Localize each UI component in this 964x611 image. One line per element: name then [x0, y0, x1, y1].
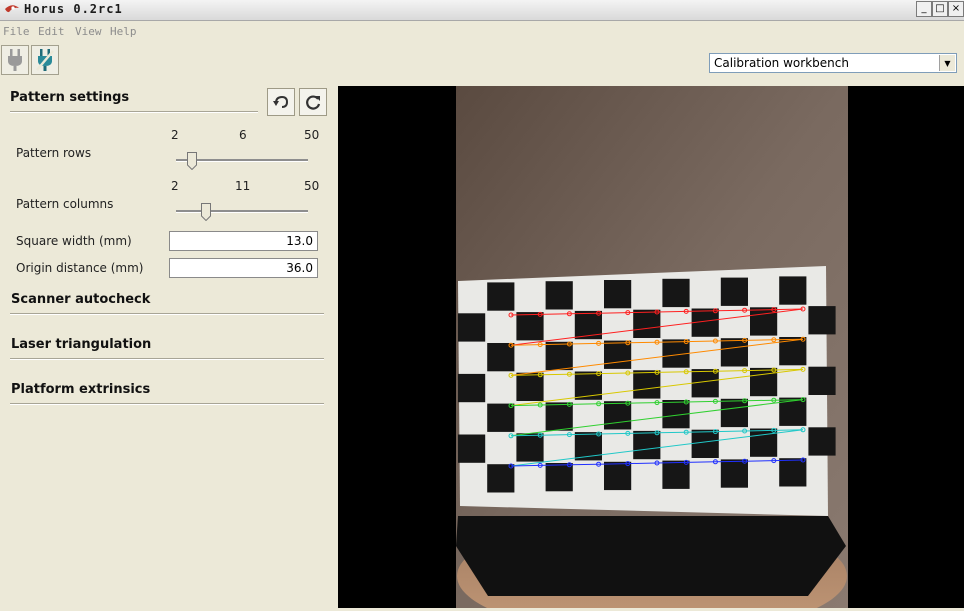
- connect-button[interactable]: [1, 45, 29, 75]
- refresh-icon: [306, 95, 321, 110]
- menu-help[interactable]: Help: [110, 25, 137, 38]
- close-button[interactable]: ×: [948, 1, 964, 17]
- checker-square: [779, 458, 807, 487]
- pattern-stand: [456, 516, 846, 596]
- menu-view[interactable]: View: [75, 25, 102, 38]
- square-width-input[interactable]: 13.0: [169, 231, 318, 251]
- minimize-button[interactable]: _: [916, 1, 932, 17]
- checker-square: [779, 276, 807, 305]
- pattern-rows-slider-thumb[interactable]: [187, 152, 197, 170]
- pattern-settings-title[interactable]: Pattern settings: [10, 90, 129, 105]
- divider: [10, 403, 324, 405]
- checker-square: [604, 280, 632, 309]
- refresh-button[interactable]: [299, 88, 327, 116]
- checker-square: [545, 281, 573, 310]
- pattern-columns-max: 50: [304, 179, 320, 193]
- scanner-autocheck-title[interactable]: Scanner autocheck: [11, 292, 150, 307]
- window-title: Horus 0.2rc1: [24, 2, 123, 16]
- pattern-columns-slider-thumb[interactable]: [201, 203, 211, 221]
- plug-icon: [8, 49, 22, 71]
- undo-button[interactable]: [267, 88, 295, 116]
- origin-distance-input[interactable]: 36.0: [169, 258, 318, 278]
- origin-distance-label: Origin distance (mm): [16, 261, 144, 275]
- checker-square: [487, 282, 515, 311]
- checker-square: [808, 306, 836, 335]
- chevron-down-icon[interactable]: ▼: [939, 55, 955, 71]
- checker-square: [458, 313, 486, 342]
- menu-edit[interactable]: Edit: [38, 25, 65, 38]
- checker-square: [720, 277, 748, 306]
- pattern-columns-min: 2: [171, 179, 179, 193]
- checker-square: [720, 459, 748, 488]
- camera-view: [338, 86, 964, 611]
- workbench-select[interactable]: Calibration workbench ▼: [709, 53, 957, 73]
- menu-bar: File Edit View Help: [0, 22, 964, 40]
- checker-square: [662, 460, 690, 489]
- pattern-rows-max: 50: [304, 128, 320, 142]
- checker-square: [604, 461, 632, 491]
- platform-extrinsics-title[interactable]: Platform extrinsics: [11, 382, 150, 397]
- checker-square: [808, 366, 836, 395]
- checker-square: [458, 434, 486, 463]
- divider: [10, 313, 324, 315]
- pattern-columns-label: Pattern columns: [16, 197, 114, 211]
- pattern-rows-min: 2: [171, 128, 179, 142]
- camera-image: [456, 86, 848, 611]
- pattern-columns-value: 11: [235, 179, 251, 193]
- unplug-icon: [36, 49, 54, 71]
- horus-eye-icon: [5, 5, 19, 13]
- maximize-button[interactable]: □: [932, 1, 948, 17]
- undo-icon: [273, 95, 289, 108]
- menu-file[interactable]: File: [3, 25, 30, 38]
- workbench-select-value: Calibration workbench: [714, 56, 849, 70]
- divider: [10, 358, 324, 360]
- checker-square: [662, 278, 690, 308]
- square-width-label: Square width (mm): [16, 234, 132, 248]
- checker-square: [808, 427, 836, 456]
- laser-triangulation-title[interactable]: Laser triangulation: [11, 337, 151, 352]
- disconnect-button[interactable]: [31, 45, 59, 75]
- pattern-columns-slider-track[interactable]: [176, 210, 308, 213]
- title-bar: Horus 0.2rc1 _ □ ×: [0, 0, 964, 21]
- divider: [10, 111, 258, 113]
- pattern-rows-value: 6: [239, 128, 247, 142]
- pattern-rows-label: Pattern rows: [16, 146, 92, 160]
- checker-square: [458, 373, 486, 403]
- checker-square: [545, 463, 573, 492]
- checker-square: [487, 464, 515, 493]
